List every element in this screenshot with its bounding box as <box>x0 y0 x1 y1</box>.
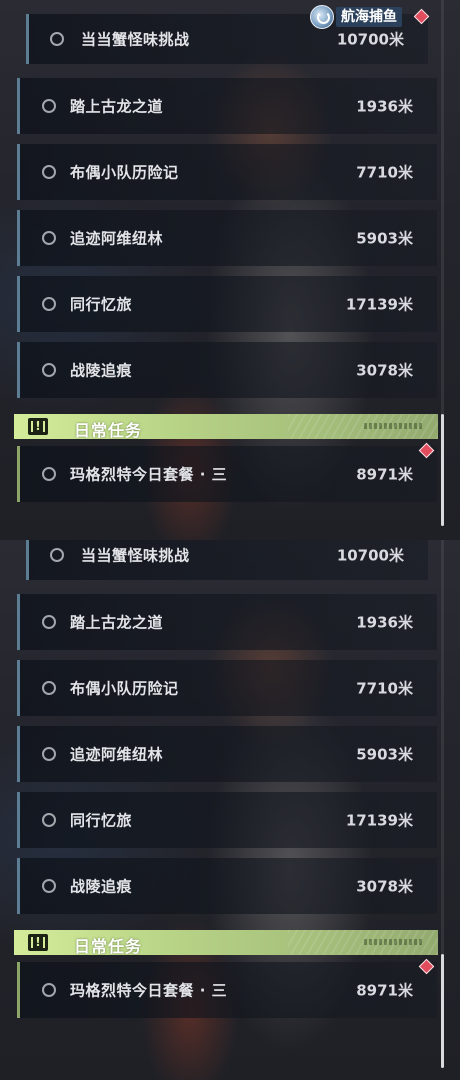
quest-row-memory-journey[interactable]: 同行忆旅 17139米 <box>17 792 437 848</box>
section-title: 日常任务 <box>74 937 143 956</box>
quest-row-ancient-dragon[interactable]: 踏上古龙之道 1936米 <box>17 78 437 134</box>
quest-row-avenue-trail[interactable]: 追迹阿维纽林 5903米 <box>17 726 437 782</box>
quest-distance: 10700米 <box>336 546 404 565</box>
quest-distance: 7710米 <box>356 163 413 182</box>
quest-row-avenue-trail[interactable]: 追迹阿维纽林 5903米 <box>17 210 437 266</box>
quest-distance: 5903米 <box>356 229 413 248</box>
quest-name: 战陵追痕 <box>70 361 133 380</box>
quest-status-circle-icon <box>42 813 56 827</box>
quest-status-circle-icon <box>42 681 56 695</box>
daily-quests-header[interactable]: ! 日常任务 <box>14 930 438 956</box>
quest-tracker-panel: 当当蟹怪味挑战 10700米 踏上古龙之道 1936米 布偶小队历险记 7710… <box>0 0 460 540</box>
quest-name: 踏上古龙之道 <box>70 97 164 116</box>
quest-row-daily-meal[interactable]: 玛格烈特今日套餐 · 三 8971米 <box>17 962 437 1018</box>
quest-distance: 1936米 <box>356 613 413 632</box>
quest-status-circle-icon <box>42 165 56 179</box>
quest-row-battle-tomb[interactable]: 战陵追痕 3078米 <box>17 342 437 398</box>
quest-row-ancient-dragon[interactable]: 踏上古龙之道 1936米 <box>17 594 437 650</box>
daily-quests-header[interactable]: ! 日常任务 <box>14 414 438 440</box>
quest-name: 同行忆旅 <box>70 811 133 830</box>
quest-name: 当当蟹怪味挑战 <box>81 546 190 565</box>
fishing-badge-label: 航海捕鱼 <box>336 7 402 27</box>
quest-distance: 17139米 <box>345 811 413 830</box>
header-decoration <box>364 939 424 945</box>
quest-status-circle-icon <box>42 983 56 997</box>
quest-name: 玛格烈特今日套餐 · 三 <box>70 465 228 484</box>
quest-status-circle-icon <box>50 548 64 562</box>
quest-distance: 5903米 <box>356 745 413 764</box>
quest-status-circle-icon <box>42 747 56 761</box>
quest-name: 玛格烈特今日套餐 · 三 <box>70 981 228 1000</box>
fishing-badge[interactable]: 航海捕鱼 <box>310 5 406 29</box>
quest-status-circle-icon <box>50 32 64 46</box>
quest-status-circle-icon <box>42 231 56 245</box>
quest-name: 踏上古龙之道 <box>70 613 164 632</box>
quest-name: 同行忆旅 <box>70 295 133 314</box>
quest-row-crab-challenge[interactable]: 当当蟹怪味挑战 10700米 <box>26 540 428 580</box>
quest-status-circle-icon <box>42 297 56 311</box>
quest-distance: 8971米 <box>356 981 413 1000</box>
quest-row-daily-meal[interactable]: 玛格烈特今日套餐 · 三 8971米 <box>17 446 437 502</box>
quest-row-battle-tomb[interactable]: 战陵追痕 3078米 <box>17 858 437 914</box>
quest-status-circle-icon <box>42 467 56 481</box>
quest-status-circle-icon <box>42 615 56 629</box>
scrollbar-thumb[interactable] <box>441 414 444 526</box>
section-title: 日常任务 <box>74 421 143 440</box>
quest-status-circle-icon <box>42 363 56 377</box>
quest-name: 布偶小队历险记 <box>70 679 179 698</box>
quest-status-circle-icon <box>42 879 56 893</box>
quest-distance: 3078米 <box>356 361 413 380</box>
quest-row-plush-squad[interactable]: 布偶小队历险记 7710米 <box>17 144 437 200</box>
quest-distance: 8971米 <box>356 465 413 484</box>
quest-name: 追迹阿维纽林 <box>70 745 164 764</box>
scrollbar-thumb[interactable] <box>441 954 444 1068</box>
quest-distance: 10700米 <box>336 30 404 49</box>
quest-name: 追迹阿维纽林 <box>70 229 164 248</box>
quest-status-circle-icon <box>42 99 56 113</box>
quest-tracker-panel-2: 当当蟹怪味挑战 10700米 踏上古龙之道 1936米 布偶小队历险记 7710… <box>0 540 460 1080</box>
quest-distance: 3078米 <box>356 877 413 896</box>
quest-distance: 17139米 <box>345 295 413 314</box>
exclamation-quest-icon: ! <box>28 418 48 435</box>
compass-fish-emblem-icon <box>310 5 334 29</box>
quest-name: 布偶小队历险记 <box>70 163 179 182</box>
exclamation-quest-icon: ! <box>28 934 48 951</box>
quest-row-memory-journey[interactable]: 同行忆旅 17139米 <box>17 276 437 332</box>
quest-name: 战陵追痕 <box>70 877 133 896</box>
quest-distance: 1936米 <box>356 97 413 116</box>
quest-distance: 7710米 <box>356 679 413 698</box>
quest-row-plush-squad[interactable]: 布偶小队历险记 7710米 <box>17 660 437 716</box>
header-decoration <box>364 423 424 429</box>
quest-name: 当当蟹怪味挑战 <box>81 30 190 49</box>
